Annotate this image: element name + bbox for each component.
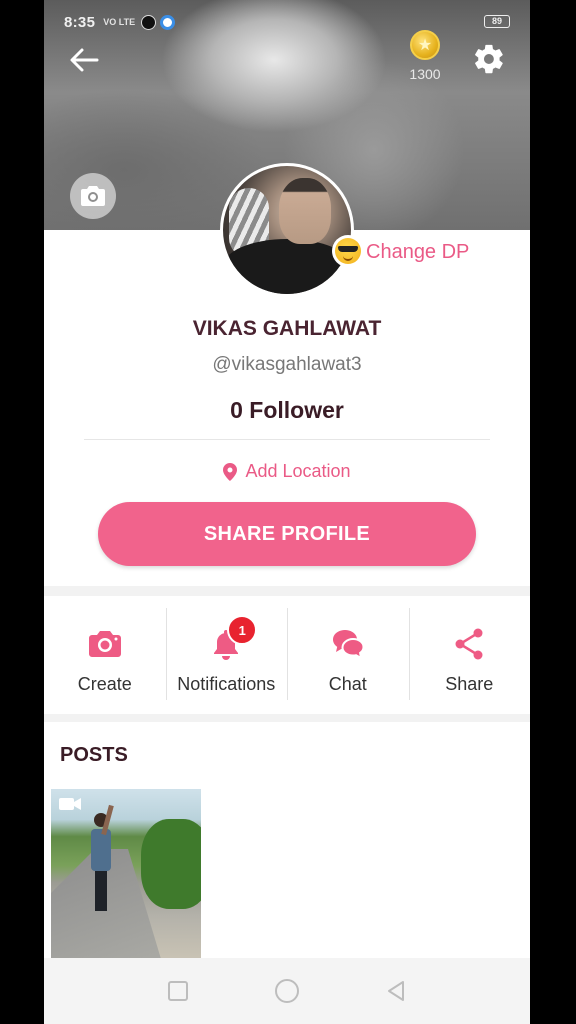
avatar-face: [279, 178, 331, 244]
action-bar: Create 1 Notifications Chat Share: [44, 596, 530, 714]
camera-icon[interactable]: [70, 173, 116, 219]
video-camera-icon: [59, 797, 81, 816]
user-name: VIKAS GAHLAWAT: [192, 317, 382, 340]
home-icon[interactable]: [267, 971, 307, 1011]
chat-label: Chat: [328, 674, 367, 694]
tiktok-icon: [141, 14, 157, 30]
recent-apps-icon[interactable]: [158, 971, 198, 1011]
divider: [84, 439, 490, 440]
status-time: 8:35: [64, 13, 96, 31]
back-arrow-icon[interactable]: [66, 42, 102, 78]
create-button[interactable]: Create: [44, 596, 166, 714]
coin-icon: [410, 30, 440, 60]
posts-title: POSTS: [60, 744, 128, 766]
share-profile-button[interactable]: SHARE PROFILE: [98, 502, 476, 566]
share-button[interactable]: Share: [408, 596, 531, 714]
bell-icon: 1: [211, 615, 258, 662]
status-bar: 8:35 VO LTE 89: [64, 12, 510, 32]
avatar[interactable]: [220, 163, 354, 297]
follower-count[interactable]: 0 Follower: [44, 397, 530, 424]
battery-indicator: 89: [484, 15, 510, 28]
notifications-button[interactable]: 1 Notifications: [165, 596, 288, 714]
back-triangle-icon[interactable]: [376, 971, 416, 1011]
chat-bubbles-icon: [331, 626, 365, 662]
user-handle: @vikasgahlawat3: [212, 354, 362, 375]
notifications-label: Notifications: [177, 674, 276, 694]
profile-screen: 8:35 VO LTE 89 1300 VIKAS GAHLAWAT @vika…: [44, 0, 530, 1024]
share-label: Share: [445, 674, 494, 694]
add-location-label: Add Location: [245, 461, 351, 481]
system-nav-bar: [44, 958, 530, 1024]
add-location-link[interactable]: Add Location: [44, 461, 530, 482]
post-image-person: [91, 804, 114, 922]
location-pin-icon: [223, 462, 238, 481]
post-image-bush: [141, 819, 201, 909]
status-network: VO LTE: [103, 17, 136, 27]
notification-badge: 1: [227, 615, 258, 645]
change-dp-link[interactable]: Change DP: [366, 241, 469, 264]
post-thumbnail[interactable]: [51, 789, 201, 959]
sunglasses-emoji-icon[interactable]: [332, 235, 364, 267]
app-notification-icon: [160, 14, 176, 30]
coin-count: 1300: [409, 66, 441, 82]
share-icon: [454, 626, 484, 662]
chat-button[interactable]: Chat: [287, 596, 409, 714]
coin-balance[interactable]: 1300: [402, 30, 448, 82]
camera-icon: [88, 626, 122, 662]
posts-section: POSTS: [44, 722, 530, 962]
create-label: Create: [77, 674, 132, 694]
gear-icon[interactable]: [470, 40, 508, 78]
